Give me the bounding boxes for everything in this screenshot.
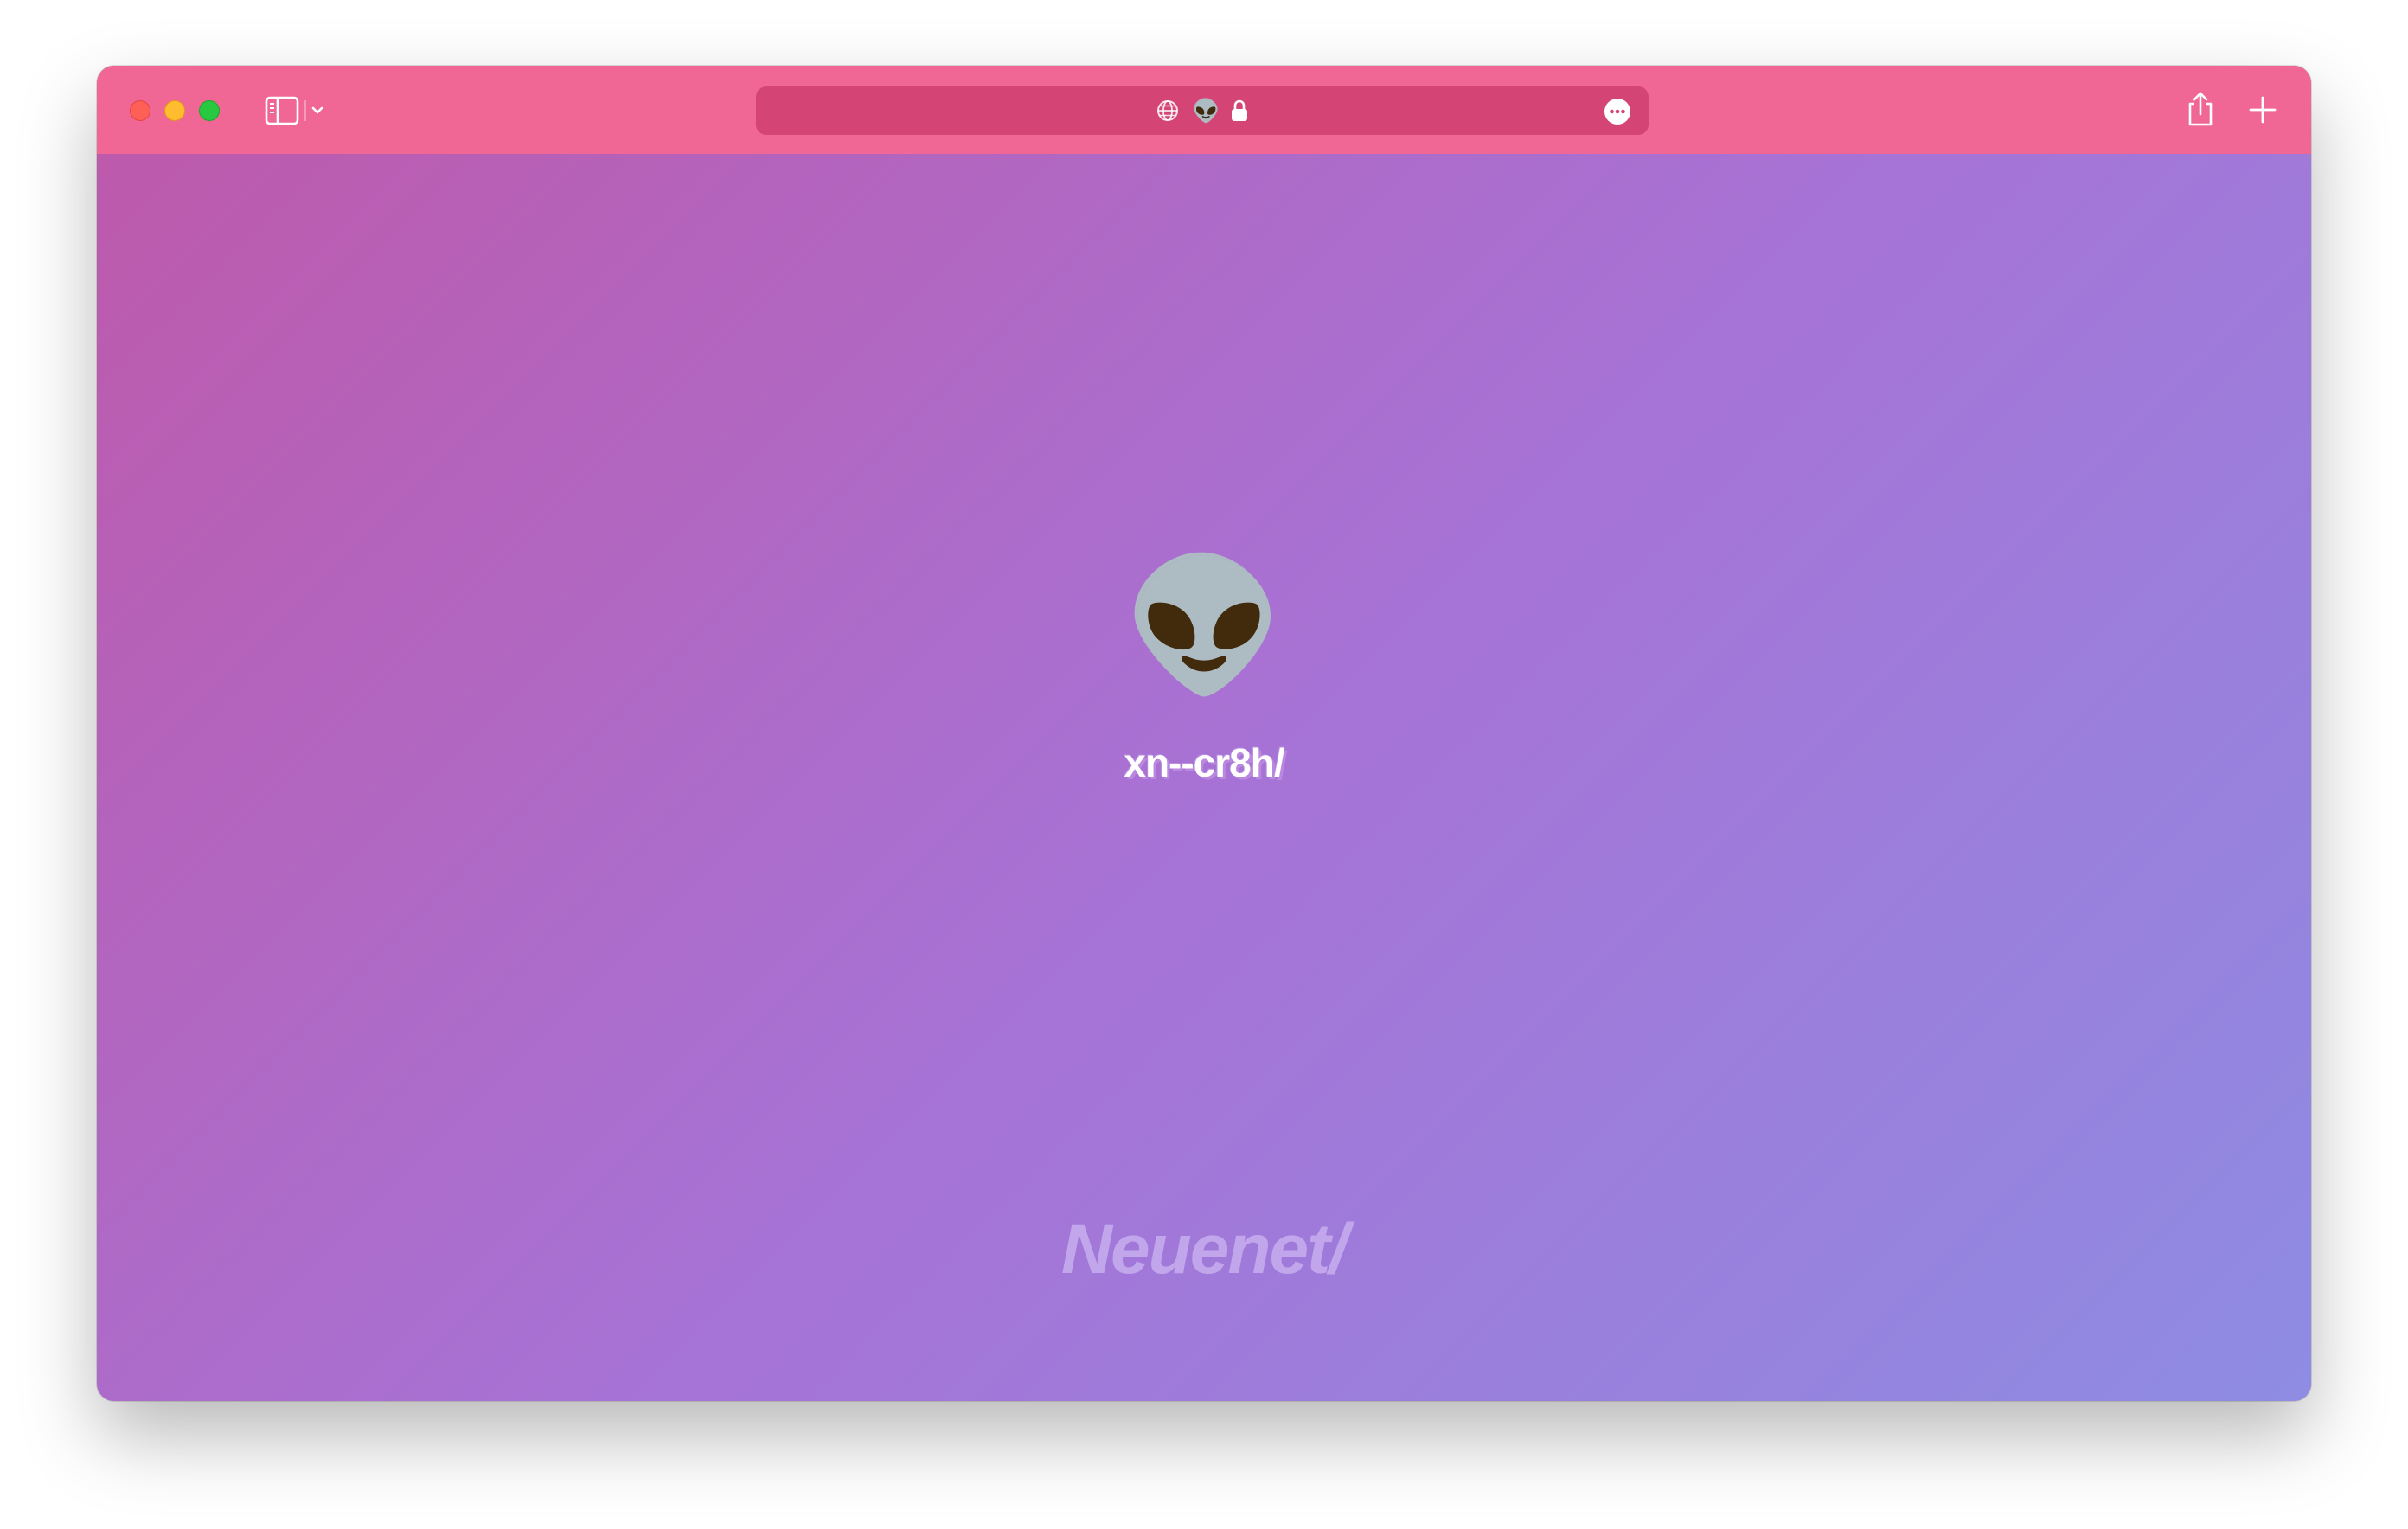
domain-label: xn--cr8h/ bbox=[1124, 740, 1284, 785]
lock-icon bbox=[1232, 99, 1247, 121]
chevron-down-icon bbox=[311, 106, 323, 114]
zoom-window-button[interactable] bbox=[199, 100, 220, 121]
more-options-icon[interactable] bbox=[1604, 98, 1631, 125]
page-content: 👽 xn--cr8h/ Neuenet/ bbox=[97, 154, 2311, 1401]
brand-logo-text[interactable]: Neuenet/ bbox=[97, 1209, 2311, 1290]
alien-emoji: 👽 bbox=[1123, 553, 1285, 698]
browser-window: 👽 👽 xn--cr8h/ Neuenet/ bbox=[97, 66, 2311, 1401]
sidebar-icon bbox=[265, 96, 323, 125]
address-bar-icons: 👽 bbox=[756, 86, 1649, 135]
sidebar-toggle-button[interactable] bbox=[265, 95, 329, 126]
globe-icon bbox=[1157, 100, 1178, 121]
minimize-window-button[interactable] bbox=[164, 100, 185, 121]
browser-toolbar: 👽 bbox=[97, 66, 2311, 155]
screen: 👽 👽 xn--cr8h/ Neuenet/ bbox=[0, 0, 2408, 1529]
address-bar[interactable]: 👽 bbox=[756, 86, 1649, 135]
close-window-button[interactable] bbox=[130, 100, 150, 121]
site-favicon: 👽 bbox=[1192, 98, 1220, 124]
plus-icon[interactable] bbox=[2247, 94, 2278, 125]
share-icon[interactable] bbox=[2183, 90, 2218, 128]
